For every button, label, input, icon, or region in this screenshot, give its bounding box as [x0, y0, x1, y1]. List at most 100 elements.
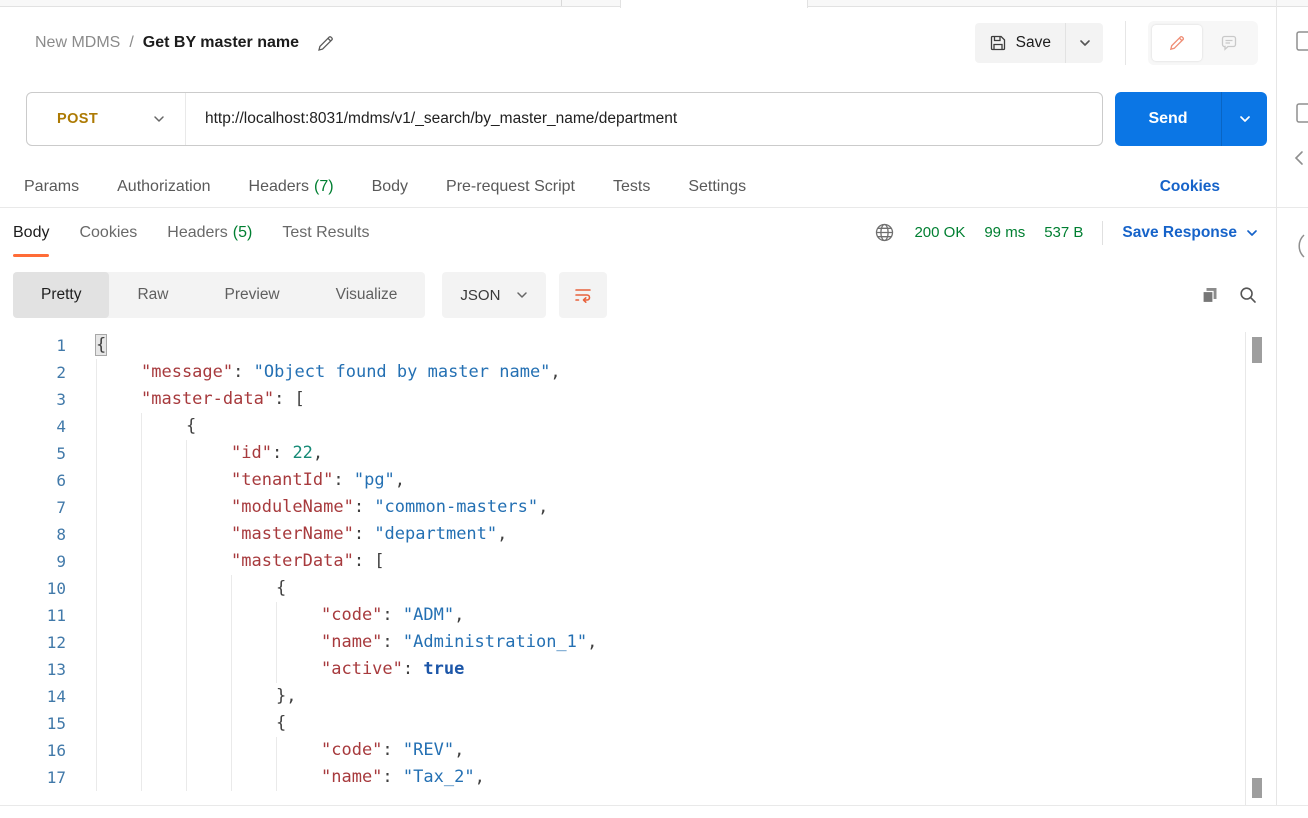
response-tab-test-results[interactable]: Test Results [282, 208, 369, 257]
request-header-row: New MDMS / Get BY master name [35, 21, 1258, 65]
code-line: 7"moduleName": "common-masters", [0, 494, 1308, 521]
response-tab-cookies[interactable]: Cookies [79, 208, 137, 257]
code-line: 15{ [0, 710, 1308, 737]
chevron-down-icon [1239, 115, 1251, 123]
copy-button[interactable] [1200, 285, 1220, 305]
line-number: 10 [0, 575, 66, 602]
response-tab-headers[interactable]: Headers (5) [167, 208, 252, 257]
header-divider [1125, 21, 1126, 65]
save-button-label: Save [1016, 34, 1051, 52]
line-number: 15 [0, 710, 66, 737]
send-button-group: Send [1115, 92, 1267, 146]
view-pretty-button[interactable]: Pretty [13, 272, 109, 318]
meta-divider [1102, 221, 1103, 245]
line-number: 7 [0, 494, 66, 521]
comments-button[interactable] [1204, 25, 1254, 61]
pencil-icon [1168, 34, 1186, 52]
response-headers-count-badge: (5) [233, 224, 253, 242]
documentation-rail-icon[interactable] [1293, 30, 1308, 57]
tab-tests[interactable]: Tests [613, 178, 650, 196]
breadcrumb-separator: / [129, 34, 133, 52]
save-dropdown-button[interactable] [1065, 23, 1103, 63]
tab-authorization[interactable]: Authorization [117, 178, 210, 196]
postman-app: New MDMS / Get BY master name [0, 0, 1308, 818]
edit-title-pencil-icon[interactable] [316, 34, 335, 53]
format-selector[interactable]: JSON [442, 272, 546, 318]
response-header: Body Cookies Headers (5) Test Results 20… [0, 208, 1277, 257]
tab-params[interactable]: Params [24, 178, 79, 196]
tab-body[interactable]: Body [372, 178, 408, 196]
wrap-lines-button[interactable] [559, 272, 607, 318]
url-row: POST Send [26, 92, 1267, 146]
breadcrumb: New MDMS / Get BY master name [35, 34, 335, 53]
view-visualize-button[interactable]: Visualize [308, 272, 426, 318]
code-line: 6"tenantId": "pg", [0, 467, 1308, 494]
code-line: 2"message": "Object found by master name… [0, 359, 1308, 386]
tab-pre-request-script[interactable]: Pre-request Script [446, 178, 575, 196]
scrollbar-thumb-bottom[interactable] [1252, 778, 1262, 798]
response-body-viewer: 1{2"message": "Object found by master na… [0, 332, 1308, 806]
right-sidebar-rail [1276, 0, 1308, 805]
send-button[interactable]: Send [1115, 92, 1221, 146]
line-number: 1 [0, 332, 66, 359]
code-line: 13"active": true [0, 656, 1308, 683]
view-preview-button[interactable]: Preview [197, 272, 308, 318]
line-number: 16 [0, 737, 66, 764]
save-button[interactable]: Save [975, 23, 1065, 63]
documentation-button[interactable] [1152, 25, 1202, 61]
request-title[interactable]: Get BY master name [143, 34, 299, 52]
view-raw-button[interactable]: Raw [109, 272, 196, 318]
code-line: 10{ [0, 575, 1308, 602]
code-line: 11"code": "ADM", [0, 602, 1308, 629]
text-wrap-icon [573, 285, 593, 305]
status-badge: 200 OK [914, 224, 965, 241]
response-time: 99 ms [984, 224, 1025, 241]
response-size: 537 B [1044, 224, 1083, 241]
info-rail-icon[interactable] [1293, 233, 1305, 264]
cookies-link[interactable]: Cookies [1160, 178, 1220, 196]
tab-headers[interactable]: Headers (7) [249, 178, 334, 196]
response-tabs: Body Cookies Headers (5) Test Results [13, 208, 369, 257]
code-line: 5"id": 22, [0, 440, 1308, 467]
line-number: 14 [0, 683, 66, 710]
code-line: 8"masterName": "department", [0, 521, 1308, 548]
search-icon [1238, 285, 1258, 305]
scrollbar-gutter-border [1245, 332, 1246, 805]
headers-count-badge: (7) [314, 178, 334, 196]
request-tabs: Params Authorization Headers (7) Body Pr… [0, 166, 1308, 208]
method-label: POST [57, 111, 98, 127]
breadcrumb-collection[interactable]: New MDMS [35, 34, 120, 52]
line-number: 2 [0, 359, 66, 386]
code-line: 9"masterData": [ [0, 548, 1308, 575]
comment-icon [1220, 34, 1238, 52]
code-line: 4{ [0, 413, 1308, 440]
line-number: 3 [0, 386, 66, 413]
response-tab-body[interactable]: Body [13, 208, 49, 257]
line-number: 17 [0, 764, 66, 791]
comments-rail-icon[interactable] [1293, 102, 1308, 129]
code-line: 1{ [0, 332, 1308, 359]
globe-icon[interactable] [874, 222, 895, 243]
copy-icon [1200, 285, 1220, 305]
response-view-toolbar: Pretty Raw Preview Visualize JSON [13, 272, 1258, 318]
send-dropdown-button[interactable] [1221, 92, 1267, 146]
code-line: 16"code": "REV", [0, 737, 1308, 764]
doc-comment-toggle [1148, 21, 1258, 65]
chevron-down-icon [153, 115, 165, 123]
line-number: 9 [0, 548, 66, 575]
active-request-tab[interactable] [620, 0, 808, 8]
view-mode-segmented-control: Pretty Raw Preview Visualize [13, 272, 425, 318]
save-response-button[interactable]: Save Response [1122, 224, 1258, 242]
url-input[interactable] [186, 110, 1102, 128]
tab-settings[interactable]: Settings [688, 178, 746, 196]
chevron-down-icon [516, 291, 528, 299]
line-number: 11 [0, 602, 66, 629]
code-rail-icon[interactable] [1293, 150, 1305, 171]
method-selector[interactable]: POST [27, 93, 185, 145]
line-number: 5 [0, 440, 66, 467]
response-tools [1200, 285, 1258, 305]
scrollbar-thumb[interactable] [1252, 337, 1262, 363]
search-button[interactable] [1238, 285, 1258, 305]
line-number: 13 [0, 656, 66, 683]
header-actions: Save [975, 21, 1258, 65]
